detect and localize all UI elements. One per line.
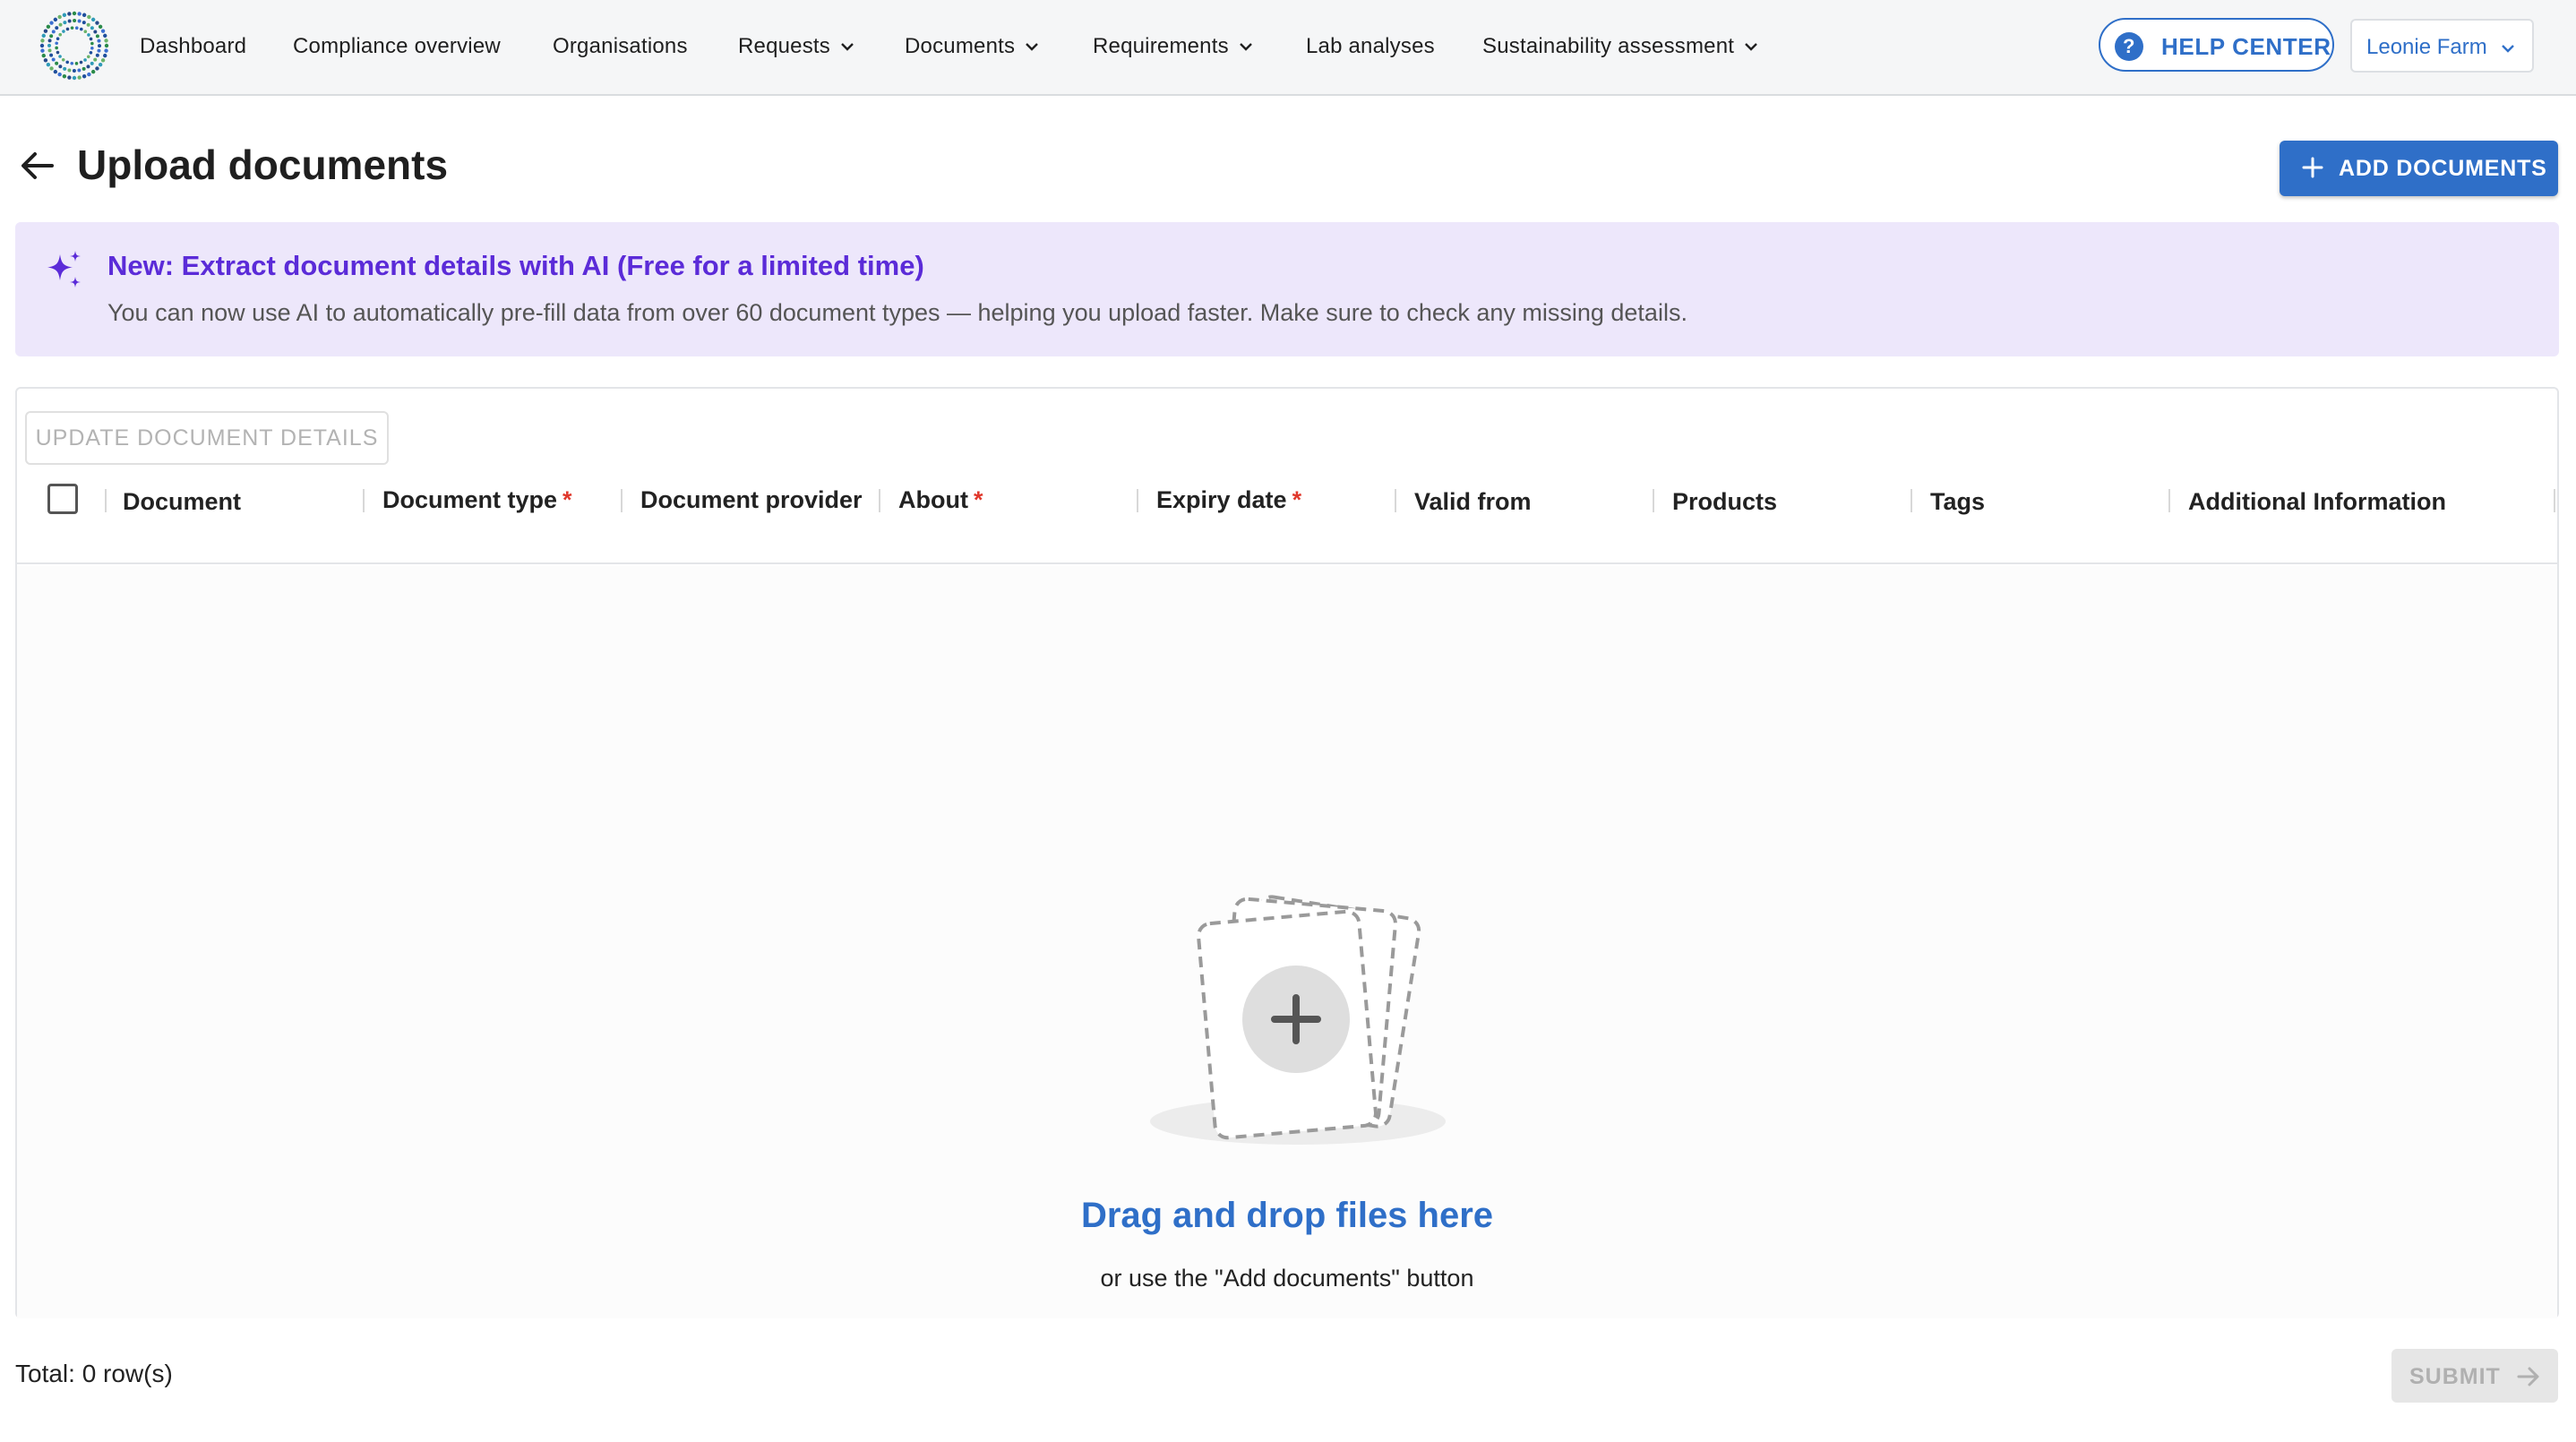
column-header-document-type[interactable]: Document type * xyxy=(382,482,572,518)
arrow-left-icon[interactable] xyxy=(18,147,56,185)
column-header-label: Products xyxy=(1672,488,1778,515)
organisation-name: Leonie Farm xyxy=(2366,35,2487,59)
top-navigation-bar: Dashboard Compliance overview Organisati… xyxy=(0,0,2576,96)
chevron-down-icon xyxy=(1026,43,1039,51)
help-center-label: HELP CENTER xyxy=(2161,33,2331,60)
banner-title: New: Extract document details with AI (F… xyxy=(107,250,924,281)
row-count: Total: 0 row(s) xyxy=(15,1360,173,1387)
column-header-label: Additional Information xyxy=(2188,488,2446,515)
banner-description: You can now use AI to automatically pre-… xyxy=(107,299,1687,326)
column-separator[interactable] xyxy=(621,489,623,512)
column-header-products[interactable]: Products xyxy=(1672,484,1777,519)
column-header-document[interactable]: Document xyxy=(123,484,241,519)
column-header-label: Document type xyxy=(382,486,558,513)
column-separator[interactable] xyxy=(879,489,880,512)
documents-grid: UPDATE DOCUMENT DETAILS Document Documen… xyxy=(15,387,2559,1318)
help-center-button[interactable]: ? HELP CENTER xyxy=(2099,18,2334,72)
submit-label: SUBMIT xyxy=(2409,1364,2501,1389)
column-separator[interactable] xyxy=(1653,489,1654,512)
organisation-select[interactable]: Leonie Farm xyxy=(2350,19,2534,73)
add-documents-button[interactable]: ADD DOCUMENTS xyxy=(2280,141,2558,196)
nav-organisations-label: Organisations xyxy=(553,34,688,58)
plus-icon xyxy=(2302,157,2323,178)
nav-compliance-overview-label: Compliance overview xyxy=(293,34,501,58)
drop-zone-title: Drag and drop files here xyxy=(1080,1196,1494,1235)
column-header-document-provider[interactable]: Document provider xyxy=(640,482,863,518)
column-separator[interactable] xyxy=(1395,489,1396,512)
nav-requirements-label: Requirements xyxy=(1093,34,1229,58)
column-separator[interactable] xyxy=(2168,489,2170,512)
column-header-label: Valid from xyxy=(1414,488,1532,515)
column-header-label: Tags xyxy=(1930,488,1986,515)
column-header-additional-information[interactable]: Additional Information xyxy=(2188,484,2446,519)
nav-documents-label: Documents xyxy=(905,34,1016,58)
add-documents-label: ADD DOCUMENTS xyxy=(2339,156,2547,181)
nav-requests[interactable]: Requests xyxy=(738,30,855,63)
column-separator[interactable] xyxy=(2554,489,2555,512)
update-document-details-button: UPDATE DOCUMENT DETAILS xyxy=(25,411,389,465)
chevron-down-icon xyxy=(1239,43,1252,51)
column-header-label: Expiry date xyxy=(1156,486,1287,513)
sparkle-icon xyxy=(47,251,81,288)
chevron-down-icon xyxy=(2502,45,2514,53)
required-marker: * xyxy=(1292,486,1302,513)
column-header-label: Document xyxy=(123,488,242,515)
drop-zone-subtitle: or use the "Add documents" button xyxy=(1100,1265,1474,1292)
nav-documents[interactable]: Documents xyxy=(905,30,1040,63)
column-header-tags[interactable]: Tags xyxy=(1930,484,1985,519)
column-header-expiry-date[interactable]: Expiry date * xyxy=(1156,482,1301,518)
column-separator[interactable] xyxy=(363,489,365,512)
select-all-checkbox[interactable] xyxy=(47,484,78,514)
required-marker: * xyxy=(973,486,983,513)
nav-compliance-overview[interactable]: Compliance overview xyxy=(293,30,501,63)
nav-sustainability-assessment[interactable]: Sustainability assessment xyxy=(1482,30,1759,63)
column-header-about[interactable]: About * xyxy=(898,482,983,518)
nav-sustainability-assessment-label: Sustainability assessment xyxy=(1482,34,1735,58)
upload-documents-illustration-icon xyxy=(1150,895,1446,1145)
page-title: Upload documents xyxy=(77,142,449,188)
nav-organisations[interactable]: Organisations xyxy=(553,30,688,63)
nav-lab-analyses[interactable]: Lab analyses xyxy=(1306,30,1435,63)
column-separator[interactable] xyxy=(1911,489,1912,512)
nav-lab-analyses-label: Lab analyses xyxy=(1306,34,1435,58)
nav-dashboard-label: Dashboard xyxy=(140,34,247,58)
column-header-valid-from[interactable]: Valid from xyxy=(1414,484,1532,519)
nav-requests-label: Requests xyxy=(738,34,830,58)
question-circle-icon: ? xyxy=(2115,32,2143,61)
arrow-right-icon xyxy=(2517,1367,2539,1386)
chevron-down-icon xyxy=(1745,43,1757,51)
ai-extraction-banner: New: Extract document details with AI (F… xyxy=(15,222,2559,356)
app-logo-icon[interactable] xyxy=(38,9,111,82)
required-marker: * xyxy=(562,486,572,513)
nav-dashboard[interactable]: Dashboard xyxy=(140,30,246,63)
column-header-label: Document provider xyxy=(640,486,863,513)
column-separator[interactable] xyxy=(1137,489,1138,512)
submit-button: SUBMIT xyxy=(2391,1349,2558,1403)
column-header-label: About xyxy=(898,486,968,513)
nav-requirements[interactable]: Requirements xyxy=(1093,30,1254,63)
chevron-down-icon xyxy=(841,43,854,51)
column-separator[interactable] xyxy=(105,489,107,512)
drop-zone[interactable]: Drag and drop files here or use the "Add… xyxy=(17,566,2557,1318)
